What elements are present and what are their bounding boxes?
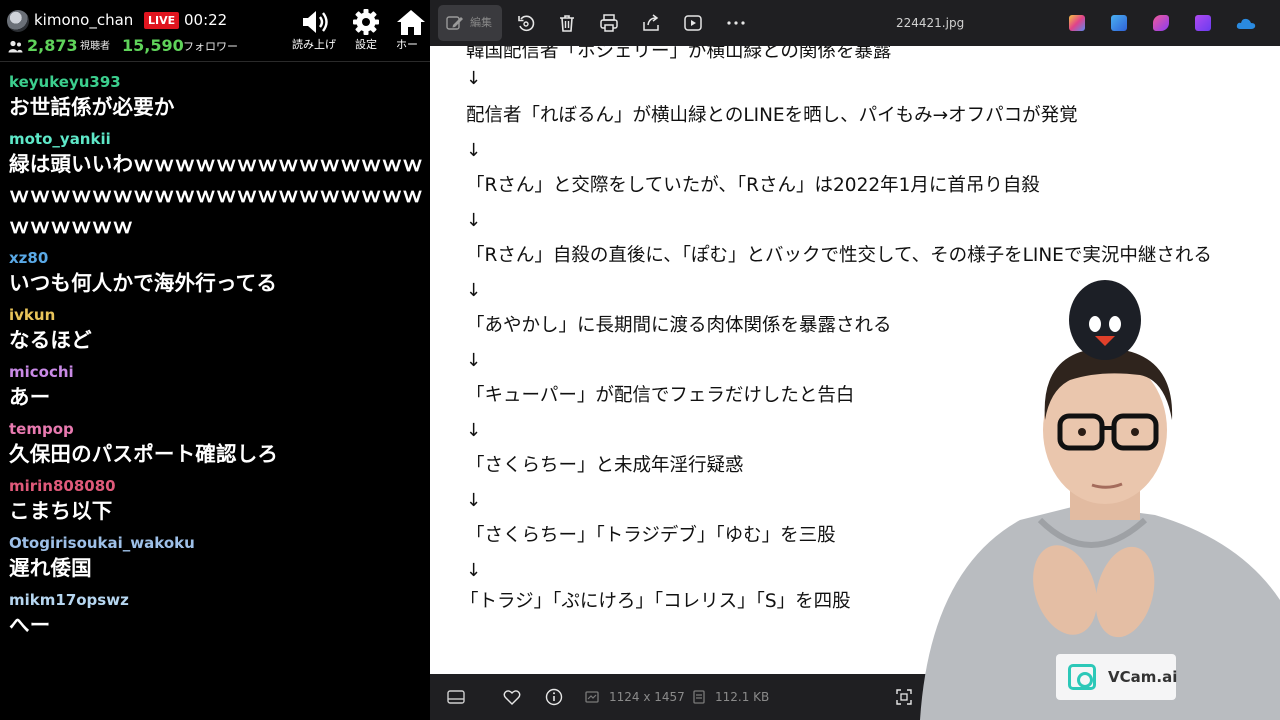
photos-app-icon[interactable] <box>1195 15 1211 31</box>
doc-text-line: 「キューパー」が配信でフェラだけしたと告白 <box>466 385 855 406</box>
chat-message-text: 久保田のパスポート確認しろ <box>9 442 279 466</box>
chat-list[interactable]: keyukeyu393 お世話係が必要か moto_yankii 緑は頭いいわｗｗｗｗ… <box>0 72 430 647</box>
doc-text-line: 韓国配信者「ホシェリー」が横山緑との関係を暴露 <box>466 46 892 62</box>
doc-text-line: 「さくらちー」「トラジデブ」「ゆむ」を三股 <box>466 525 836 546</box>
onedrive-icon[interactable] <box>1236 15 1256 31</box>
edit-icon <box>446 16 463 30</box>
channel-avatar[interactable] <box>7 10 29 32</box>
chat-username[interactable]: keyukeyu393 <box>0 72 430 92</box>
copilot-icon[interactable] <box>1069 15 1085 31</box>
image-dimensions: 1124 x 1457 <box>609 690 685 704</box>
header-divider <box>0 61 430 62</box>
chat-message[interactable]: tempop 久保田のパスポート確認しろ <box>0 419 430 470</box>
chat-message-text: 緑は頭いいわｗｗｗｗｗｗｗｗｗｗｗｗｗｗｗｗｗｗｗｗｗｗｗｗｗｗｗｗｗｗｗｗｗｗ… <box>9 152 423 238</box>
file-name: 224421.jpg <box>896 16 965 30</box>
doc-text-line: 配信者「れぼるん」が横山緑とのLINEを晒し、パイもみ→オフパコが発覚 <box>466 105 1078 126</box>
doc-arrow: ↓ <box>466 140 482 161</box>
chat-message-text: 遅れ倭国 <box>9 556 92 580</box>
info-icon[interactable] <box>545 688 563 706</box>
filmstrip-icon[interactable] <box>447 688 465 706</box>
chat-message-text: へー <box>9 613 51 637</box>
delete-icon[interactable] <box>557 13 577 33</box>
chat-username[interactable]: mirin808080 <box>0 476 430 496</box>
clipchamp-icon[interactable] <box>1153 15 1169 31</box>
chat-message-text: なるほど <box>9 328 92 352</box>
screen: kimono_chan LIVE 00:22 2,873 視聴者 15,590 … <box>0 0 1280 720</box>
follower-count: 15,590 <box>122 36 184 55</box>
chat-message[interactable]: Otogirisoukai_wakoku 遅れ倭国 <box>0 533 430 584</box>
doc-arrow: ↓ <box>466 280 482 301</box>
doc-arrow: ↓ <box>466 350 482 371</box>
chat-message[interactable]: ivkun なるほど <box>0 305 430 356</box>
chat-message[interactable]: micochi あー <box>0 362 430 413</box>
chat-message[interactable]: keyukeyu393 お世話係が必要か <box>0 72 430 123</box>
doc-arrow: ↓ <box>466 420 482 441</box>
viewer-label: 視聴者 <box>80 41 110 52</box>
chat-username[interactable]: mikm17opswz <box>0 590 430 610</box>
chat-message-text: こまち以下 <box>9 499 113 523</box>
doc-arrow: ↓ <box>466 68 482 89</box>
doc-arrow: ↓ <box>466 560 482 581</box>
chat-username[interactable]: ivkun <box>0 305 430 325</box>
chat-message[interactable]: mikm17opswz へー <box>0 590 430 641</box>
chat-username[interactable]: tempop <box>0 419 430 439</box>
doc-text-line: 「あやかし」に長期間に渡る肉体関係を暴露される <box>466 315 892 336</box>
channel-name[interactable]: kimono_chan <box>34 10 133 30</box>
chat-message[interactable]: moto_yankii 緑は頭いいわｗｗｗｗｗｗｗｗｗｗｗｗｗｗｗｗｗｗｗｗｗｗｗ… <box>0 129 430 242</box>
rotate-icon[interactable] <box>516 13 536 33</box>
favorite-icon[interactable] <box>503 688 521 706</box>
chat-message-text: いつも何人かで海外行ってる <box>9 271 278 295</box>
more-options-icon[interactable] <box>726 13 746 33</box>
doc-arrow: ↓ <box>466 210 482 231</box>
doc-text-line: 「Rさん」自殺の直後に、「ぽむ」とバックで性交して、その様子をLINEで実況中継… <box>466 245 1212 266</box>
read-aloud-button[interactable]: 読み上げ <box>291 8 337 58</box>
home-icon <box>397 10 425 35</box>
vcam-watermark: VCam.ai <box>1056 654 1178 700</box>
gear-icon <box>353 9 379 35</box>
viewer-count: 2,873 <box>27 36 78 55</box>
stream-header: kimono_chan LIVE 00:22 2,873 視聴者 15,590 … <box>0 0 430 62</box>
speaker-icon <box>303 11 328 33</box>
print-icon[interactable] <box>599 13 619 33</box>
follower-label: フォロワー <box>183 40 238 53</box>
doc-text-line: 「Rさん」と交際をしていたが、「Rさん」は2022年1月に首吊り自殺 <box>466 175 1040 196</box>
streamer-webcam-overlay <box>920 280 1280 720</box>
chat-username[interactable]: moto_yankii <box>0 129 430 149</box>
edit-button[interactable]: 編集 <box>438 5 502 41</box>
chat-username[interactable]: Otogirisoukai_wakoku <box>0 533 430 553</box>
viewers-icon <box>8 40 23 53</box>
file-size-icon <box>693 690 705 704</box>
home-label: ホー <box>396 38 418 51</box>
share-icon[interactable] <box>641 13 661 33</box>
viewer-toolbar: 編集 224421.jpg <box>430 0 1280 46</box>
chat-message[interactable]: xz80 いつも何人かで海外行ってる <box>0 248 430 299</box>
settings-button[interactable]: 設定 <box>343 8 389 58</box>
home-button[interactable]: ホー <box>392 8 430 58</box>
doc-text-line: 「トラジ」「ぷにけろ」「コレリス」「S」を四股 <box>460 591 851 612</box>
elapsed-time: 00:22 <box>184 11 228 29</box>
doc-text-line: 「さくらちー」と未成年淫行疑惑 <box>466 455 744 476</box>
file-size: 112.1 KB <box>715 690 770 704</box>
chat-panel: kimono_chan LIVE 00:22 2,873 視聴者 15,590 … <box>0 0 430 720</box>
doc-arrow: ↓ <box>466 490 482 511</box>
chat-username[interactable]: micochi <box>0 362 430 382</box>
resolution-icon <box>585 691 599 703</box>
chat-message-text: あー <box>9 385 51 409</box>
edit-label: 編集 <box>470 16 492 29</box>
chat-message-text: お世話係が必要か <box>9 95 175 119</box>
read-aloud-label: 読み上げ <box>292 38 336 51</box>
vcam-brand-text: VCam.ai <box>1108 668 1178 686</box>
chat-username[interactable]: xz80 <box>0 248 430 268</box>
chat-message[interactable]: mirin808080 こまち以下 <box>0 476 430 527</box>
settings-label: 設定 <box>355 38 377 51</box>
slideshow-icon[interactable] <box>683 13 703 33</box>
vcam-logo-icon <box>1068 664 1096 690</box>
designer-icon[interactable] <box>1111 15 1127 31</box>
live-badge: LIVE <box>144 12 180 29</box>
